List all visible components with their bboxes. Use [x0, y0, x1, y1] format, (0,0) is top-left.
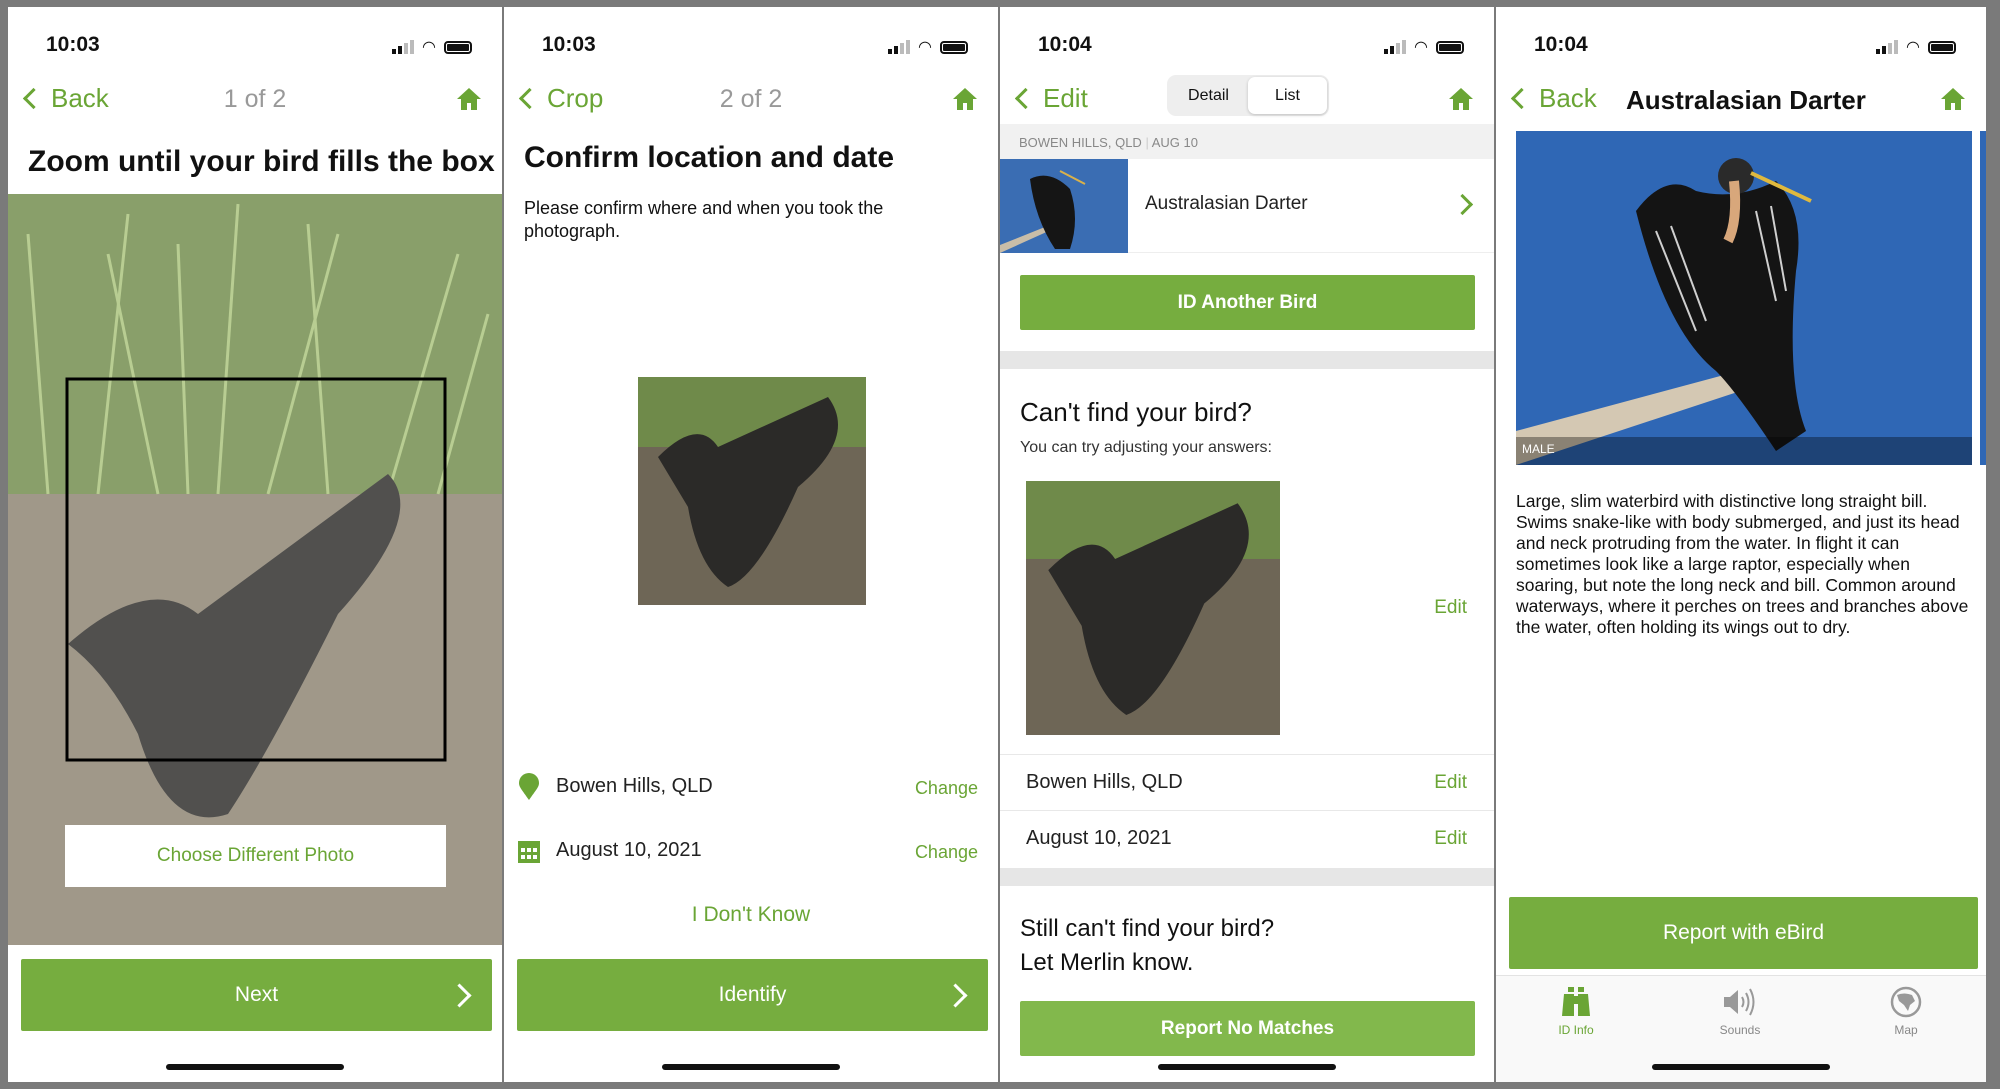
- edit-back-button[interactable]: Edit: [1014, 83, 1088, 114]
- cropped-photo: [638, 377, 866, 605]
- adjust-hint: You can try adjusting your answers:: [1020, 439, 1272, 456]
- page-title: Zoom until your bird fills the box: [28, 145, 495, 178]
- identify-button[interactable]: Identify: [517, 959, 988, 1031]
- tab-label: Map: [1894, 1023, 1918, 1037]
- tab-label: ID Info: [1558, 1023, 1594, 1037]
- chevron-right-icon: [447, 982, 472, 1008]
- next-label: Next: [234, 983, 279, 1006]
- status-time: 10:04: [1038, 33, 1092, 56]
- divider: [1000, 754, 1494, 755]
- answer-photo: [1026, 481, 1280, 735]
- back-button[interactable]: Back: [1510, 83, 1597, 114]
- back-label: Edit: [1043, 83, 1088, 113]
- home-icon[interactable]: [952, 87, 978, 111]
- next-photo-peek[interactable]: [1980, 131, 1986, 465]
- date-value: August 10, 2021: [556, 839, 702, 861]
- chevron-left-icon: [1510, 87, 1533, 110]
- header-date: AUG 10: [1151, 135, 1198, 150]
- tab-bar: ID Info Sounds Map: [1496, 975, 1986, 1082]
- status-time: 10:03: [542, 33, 596, 56]
- page-title: Confirm location and date: [524, 141, 895, 174]
- screen-confirm: 10:03 ◠ Crop 2 of 2 Confirm location and…: [504, 7, 998, 1082]
- header-place: BOWEN HILLS, QLD: [1019, 135, 1142, 150]
- photo-label: MALE: [1522, 442, 1555, 456]
- species-description: Large, slim waterbird with distinctive l…: [1516, 491, 1969, 637]
- view-segmented-control: Detail List: [1167, 75, 1329, 116]
- location-value: Bowen Hills, QLD: [556, 775, 713, 797]
- home-indicator: [662, 1064, 840, 1070]
- tab-map[interactable]: Map: [1856, 986, 1956, 1037]
- next-button[interactable]: Next: [21, 959, 492, 1031]
- description: Please confirm where and when you took t…: [524, 198, 884, 241]
- section-divider: [1000, 868, 1494, 886]
- edit-photo-button[interactable]: Edit: [1434, 597, 1467, 619]
- home-indicator: [1652, 1064, 1830, 1070]
- results-header: BOWEN HILLS, QLD | AUG 10: [1000, 124, 1494, 159]
- status-icons: ◠: [392, 37, 472, 57]
- step-indicator: 1 of 2: [223, 85, 287, 113]
- screen-results: 10:04 ◠ Edit Detail List BOWEN HILLS, QL…: [1000, 7, 1494, 1082]
- home-icon[interactable]: [1940, 87, 1966, 111]
- id-another-bird-button[interactable]: ID Another Bird: [1020, 275, 1475, 330]
- status-time: 10:04: [1534, 33, 1588, 56]
- dont-know-button[interactable]: I Don't Know: [504, 903, 998, 927]
- tab-label: Sounds: [1719, 1023, 1761, 1037]
- edit-date-button[interactable]: Edit: [1434, 828, 1467, 850]
- tab-id-info[interactable]: ID Info: [1526, 986, 1626, 1037]
- chevron-right-icon: [943, 982, 968, 1008]
- speaker-icon: [1724, 988, 1755, 1016]
- calendar-icon: [518, 841, 540, 863]
- cant-find-heading: Can't find your bird?: [1020, 397, 1252, 427]
- result-row[interactable]: Australasian Darter: [1000, 159, 1494, 253]
- change-location-button[interactable]: Change: [915, 778, 978, 799]
- screen-crop: 10:03 ◠ Back 1 of 2 Zoom until your bird…: [8, 7, 502, 1082]
- species-title: Australasian Darter: [1626, 85, 1866, 115]
- report-with-ebird-button[interactable]: Report with eBird: [1509, 897, 1978, 969]
- divider: [1000, 810, 1494, 811]
- status-time: 10:03: [46, 33, 100, 56]
- segment-detail[interactable]: Detail: [1169, 77, 1248, 114]
- status-icons: ◠: [1876, 37, 1956, 57]
- species-photo[interactable]: [1516, 131, 1972, 465]
- chevron-right-icon: [1451, 193, 1474, 216]
- step-indicator: 2 of 2: [719, 85, 783, 113]
- chevron-left-icon: [1014, 87, 1037, 110]
- status-icons: ◠: [888, 37, 968, 57]
- location-value: Bowen Hills, QLD: [1026, 771, 1183, 793]
- still-cant-find-line2: Let Merlin know.: [1020, 949, 1194, 976]
- home-indicator: [166, 1064, 344, 1070]
- status-icons: ◠: [1384, 37, 1464, 57]
- result-thumbnail: [1000, 159, 1128, 253]
- section-divider: [1000, 351, 1494, 369]
- result-name: Australasian Darter: [1145, 193, 1308, 214]
- globe-icon: [1890, 986, 1922, 1018]
- home-icon[interactable]: [456, 87, 482, 111]
- binoculars-icon: [1562, 987, 1590, 1016]
- tab-sounds[interactable]: Sounds: [1690, 986, 1790, 1037]
- date-value: August 10, 2021: [1026, 827, 1172, 849]
- edit-location-button[interactable]: Edit: [1434, 772, 1467, 794]
- identify-label: Identify: [718, 983, 787, 1006]
- home-indicator: [1158, 1064, 1336, 1070]
- change-date-button[interactable]: Change: [915, 842, 978, 863]
- still-cant-find-line1: Still can't find your bird?: [1020, 915, 1275, 942]
- screen-species-detail: 10:04 ◠ Back Australasian Darter MALE La…: [1496, 7, 1986, 1082]
- report-no-matches-button[interactable]: Report No Matches: [1020, 1001, 1475, 1056]
- back-label: Back: [1539, 83, 1597, 113]
- location-pin-icon: [519, 773, 539, 800]
- choose-different-photo-button[interactable]: Choose Different Photo: [65, 825, 446, 887]
- home-icon[interactable]: [1448, 87, 1474, 111]
- segment-list[interactable]: List: [1248, 77, 1327, 114]
